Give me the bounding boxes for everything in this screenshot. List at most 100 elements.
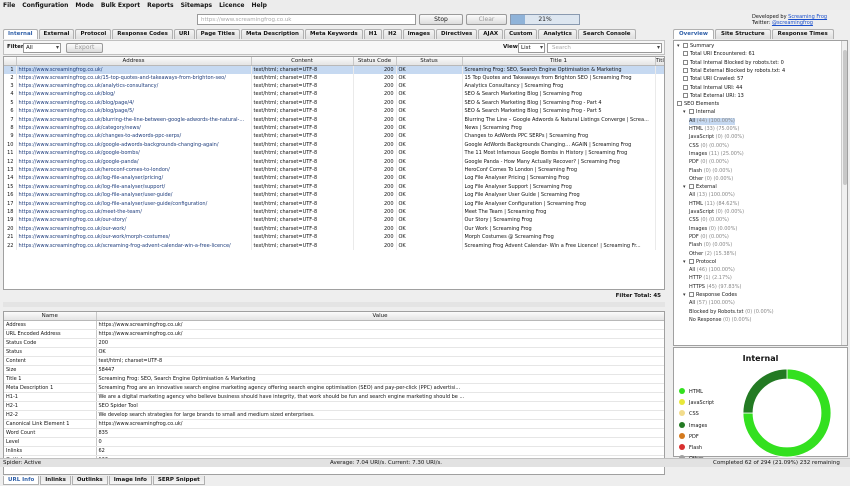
tab-inlinks[interactable]: Inlinks: [40, 476, 71, 485]
tree-node-all[interactable]: All (44) (100.00%): [689, 117, 735, 125]
table-row[interactable]: 3 https://www.screamingfrog.co.uk/analyti…: [4, 81, 664, 91]
table-row[interactable]: 2 https://www.screamingfrog.co.uk/15-top-…: [4, 73, 664, 82]
tree-node-pdf[interactable]: PDF (0) (0.00%): [689, 234, 729, 241]
detail-row[interactable]: Address https://www.screamingfrog.co.uk/: [4, 320, 664, 330]
tree-scrollbar[interactable]: [841, 41, 847, 345]
tab-ajax[interactable]: AJAX: [478, 29, 504, 39]
table-row[interactable]: 4 https://www.screamingfrog.co.uk/blog/te…: [4, 90, 664, 99]
column-header[interactable]: Content: [251, 57, 354, 66]
tab-h1[interactable]: H1: [363, 29, 383, 39]
tree-node-response-codes[interactable]: ▾ Response Codes: [683, 292, 737, 299]
twitter-link[interactable]: @screamingfrog: [772, 20, 813, 26]
table-row[interactable]: 10 https://www.screamingfrog.co.uk/google…: [4, 140, 664, 150]
detail-row[interactable]: Meta Description 1 Screaming Frog are an …: [4, 383, 664, 393]
tab-search-console[interactable]: Search Console: [577, 29, 636, 39]
url-input[interactable]: https://www.screamingfrog.co.uk: [197, 14, 416, 25]
tree-node-external[interactable]: ▾ External: [683, 184, 717, 191]
expand-toggle-icon[interactable]: ▾: [683, 184, 688, 191]
table-row[interactable]: 11 https://www.screamingfrog.co.uk/google…: [4, 149, 664, 158]
tab-analytics[interactable]: Analytics: [538, 29, 577, 39]
export-button[interactable]: Export: [66, 43, 103, 53]
tab-internal[interactable]: Internal: [3, 29, 38, 39]
column-header[interactable]: Name: [4, 312, 97, 321]
table-row[interactable]: 15 https://www.screamingfrog.co.uk/log-fi…: [4, 182, 664, 191]
tree-node-other[interactable]: Other (2) (15.38%): [689, 251, 736, 258]
expand-toggle-icon[interactable]: ▾: [677, 43, 682, 50]
menu-item-file[interactable]: File: [3, 2, 15, 9]
tree-node-images[interactable]: Images (11) (25.00%): [689, 151, 744, 158]
detail-row[interactable]: Title 1 Screaming Frog: SEO, Search Engin…: [4, 374, 664, 384]
tab-directives[interactable]: Directives: [436, 29, 478, 39]
detail-row[interactable]: Word Count 835: [4, 428, 664, 438]
tab-outlinks[interactable]: Outlinks: [71, 476, 108, 485]
menu-item-reports[interactable]: Reports: [147, 2, 174, 9]
column-header[interactable]: Status: [396, 57, 463, 66]
tree-node-css[interactable]: CSS (0) (0.00%): [689, 143, 729, 150]
tab-url-info[interactable]: URL Info: [3, 476, 40, 485]
scrollbar-thumb[interactable]: [843, 50, 847, 185]
tree-node-other[interactable]: Other (0) (0.00%): [689, 176, 733, 183]
view-select[interactable]: List: [518, 43, 545, 53]
menu-item-help[interactable]: Help: [252, 2, 267, 9]
tab-meta-keywords[interactable]: Meta Keywords: [304, 29, 363, 39]
tree-node-images[interactable]: Images (0) (0.00%): [689, 226, 737, 233]
tree-node-seo-elements[interactable]: SEO Elements: [677, 101, 719, 108]
tab-site-structure[interactable]: Site Structure: [715, 29, 771, 39]
tree-node-blocked-by-robots-txt[interactable]: Blocked by Robots.txt (0) (0.00%): [689, 309, 774, 316]
tree-node-all[interactable]: All (57) (100.00%): [689, 300, 735, 307]
menu-item-sitemaps[interactable]: Sitemaps: [181, 2, 212, 9]
table-row[interactable]: 1 https://www.screamingfrog.co.uk/text/ht…: [4, 65, 664, 74]
detail-row[interactable]: Size 58447: [4, 365, 664, 375]
menu-item-configuration[interactable]: Configuration: [22, 2, 68, 9]
tab-meta-description[interactable]: Meta Description: [240, 29, 304, 39]
table-row[interactable]: 21 https://www.screamingfrog.co.uk/our-wo…: [4, 232, 664, 242]
donut-slice-images[interactable]: [742, 368, 788, 414]
tree-node-no-response[interactable]: No Response (0) (0.00%): [689, 317, 751, 324]
panel-splitter[interactable]: [3, 302, 665, 307]
tree-node-javascript[interactable]: JavaScript (0) (0.00%): [689, 209, 744, 216]
table-row[interactable]: 19 https://www.screamingfrog.co.uk/our-st…: [4, 216, 664, 225]
expand-toggle-icon[interactable]: ▾: [683, 109, 688, 116]
menu-item-licence[interactable]: Licence: [219, 2, 244, 9]
tab-uri[interactable]: URI: [173, 29, 195, 39]
tree-node-total-uri-crawled-57[interactable]: Total URI Crawled: 57: [683, 76, 743, 83]
clear-button[interactable]: Clear: [466, 14, 507, 25]
table-row[interactable]: 16 https://www.screamingfrog.co.uk/log-fi…: [4, 190, 664, 200]
column-header[interactable]: [4, 57, 17, 66]
tree-node-html[interactable]: HTML (33) (75.00%): [689, 126, 739, 133]
column-header[interactable]: Title 1: [462, 57, 656, 66]
tree-node-all[interactable]: All (46) (100.00%): [689, 267, 735, 274]
tree-node-total-internal-uri-44[interactable]: Total Internal URI: 44: [683, 84, 742, 92]
tree-node-total-uri-encountered-61[interactable]: Total URI Encountered: 61: [683, 51, 755, 58]
tree-node-flash[interactable]: Flash (0) (0.00%): [689, 242, 732, 249]
tree-node-total-internal-blocked-by-robots-txt-0[interactable]: Total Internal Blocked by robots.txt: 0: [683, 59, 784, 67]
column-header[interactable]: Value: [96, 312, 664, 321]
table-row[interactable]: 5 https://www.screamingfrog.co.uk/blog/pa…: [4, 98, 664, 108]
tab-h2[interactable]: H2: [383, 29, 402, 39]
tab-response-codes[interactable]: Response Codes: [112, 29, 173, 39]
search-input[interactable]: Search: [547, 43, 662, 53]
tab-serp-snippet[interactable]: SERP Snippet: [152, 476, 205, 485]
table-row[interactable]: 20 https://www.screamingfrog.co.uk/our-wo…: [4, 224, 664, 233]
tree-node-protocol[interactable]: ▾ Protocol: [683, 258, 716, 266]
detail-row[interactable]: Content text/html; charset=UTF-8: [4, 356, 664, 366]
detail-row[interactable]: Status Code 200: [4, 338, 664, 348]
tab-page-titles[interactable]: Page Titles: [195, 29, 240, 39]
tree-node-https[interactable]: HTTPS (45) (97.83%): [689, 284, 741, 291]
filter-select[interactable]: All: [23, 43, 61, 53]
tab-images[interactable]: Images: [402, 29, 436, 39]
tab-response-times[interactable]: Response Times: [771, 29, 834, 39]
stop-button[interactable]: Stop: [419, 14, 463, 25]
detail-row[interactable]: H1-1 We are a digital marketing agency wh…: [4, 392, 664, 402]
table-row[interactable]: 7 https://www.screamingfrog.co.uk/blurrin…: [4, 115, 664, 124]
table-row[interactable]: 14 https://www.screamingfrog.co.uk/log-fi…: [4, 174, 664, 183]
column-header[interactable]: Titl: [655, 57, 664, 66]
detail-row[interactable]: URL Encoded Address https://www.screaming…: [4, 329, 664, 339]
detail-row[interactable]: Inlinks 62: [4, 446, 664, 456]
tree-node-http[interactable]: HTTP (1) (2.17%): [689, 275, 732, 282]
detail-row[interactable]: Status OK: [4, 347, 664, 357]
tree-node-total-external-blocked-by-robots-txt-4[interactable]: Total External Blocked by robots.txt: 4: [683, 67, 785, 75]
tab-image-info[interactable]: Image Info: [108, 476, 152, 485]
expand-toggle-icon[interactable]: ▾: [683, 259, 688, 266]
detail-row[interactable]: H2-2 We develop search strategies for lar…: [4, 410, 664, 420]
